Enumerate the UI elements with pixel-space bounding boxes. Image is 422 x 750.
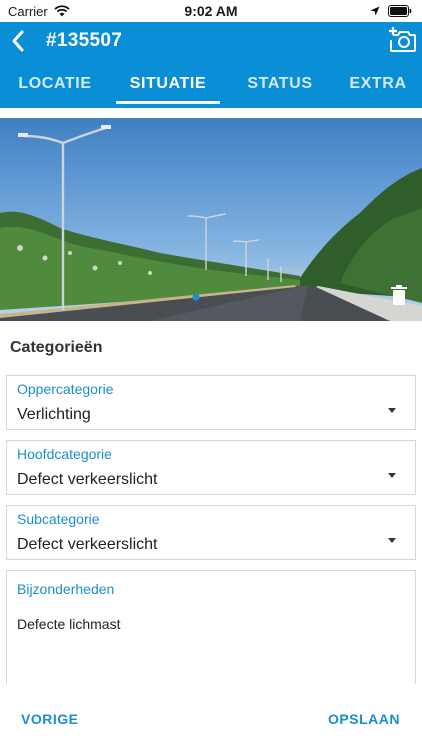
app-header: #135507 LOCATIE SITUATIE STATUS EXTRA (0, 22, 422, 108)
tab-status[interactable]: STATUS (226, 60, 334, 108)
status-bar-right (370, 5, 412, 17)
subcategorie-select[interactable]: Subcategorie Defect verkeerslicht (6, 505, 416, 560)
field-label: Subcategorie (17, 511, 100, 527)
tab-extra[interactable]: EXTRA (334, 60, 422, 108)
dropdown-arrow-icon (388, 473, 396, 478)
header-top: #135507 (0, 22, 422, 60)
field-value: Defect verkeerslicht (17, 536, 158, 553)
situation-photo (0, 118, 422, 321)
field-label: Oppercategorie (17, 381, 114, 397)
location-arrow-icon (370, 6, 380, 16)
camera-add-icon (389, 27, 416, 52)
field-label: Hoofdcategorie (17, 446, 112, 462)
delete-photo-button[interactable] (390, 284, 408, 306)
wifi-icon (54, 5, 70, 17)
page-title: #135507 (46, 30, 123, 51)
field-value: Verlichting (17, 406, 91, 423)
status-bar: Carrier 9:02 AM (0, 0, 422, 22)
road-photo-image (0, 118, 422, 321)
field-label: Bijzonderheden (17, 581, 115, 597)
section-title: Categorieën (10, 339, 103, 356)
tab-locatie[interactable]: LOCATIE (0, 60, 110, 108)
save-button[interactable]: OPSLAAN (328, 711, 400, 727)
add-photo-button[interactable] (388, 26, 416, 54)
back-button[interactable] (4, 24, 32, 58)
chevron-left-icon (12, 30, 24, 52)
battery-icon (388, 5, 412, 17)
trash-icon (391, 285, 407, 305)
previous-button[interactable]: VORIGE (21, 711, 78, 727)
carrier-label: Carrier (8, 3, 48, 19)
dropdown-arrow-icon (388, 538, 396, 543)
tab-bar: LOCATIE SITUATIE STATUS EXTRA (0, 60, 422, 108)
oppercategorie-select[interactable]: Oppercategorie Verlichting (6, 375, 416, 430)
status-bar-left: Carrier (8, 4, 70, 19)
tab-situatie[interactable]: SITUATIE (110, 60, 226, 108)
dropdown-arrow-icon (388, 408, 396, 413)
field-value: Defecte lichmast (17, 616, 121, 632)
field-value: Defect verkeerslicht (17, 471, 158, 488)
hoofdcategorie-select[interactable]: Hoofdcategorie Defect verkeerslicht (6, 440, 416, 495)
bijzonderheden-textarea[interactable]: Bijzonderheden Defecte lichmast (6, 570, 416, 684)
bottom-action-bar: VORIGE OPSLAAN (0, 684, 422, 750)
